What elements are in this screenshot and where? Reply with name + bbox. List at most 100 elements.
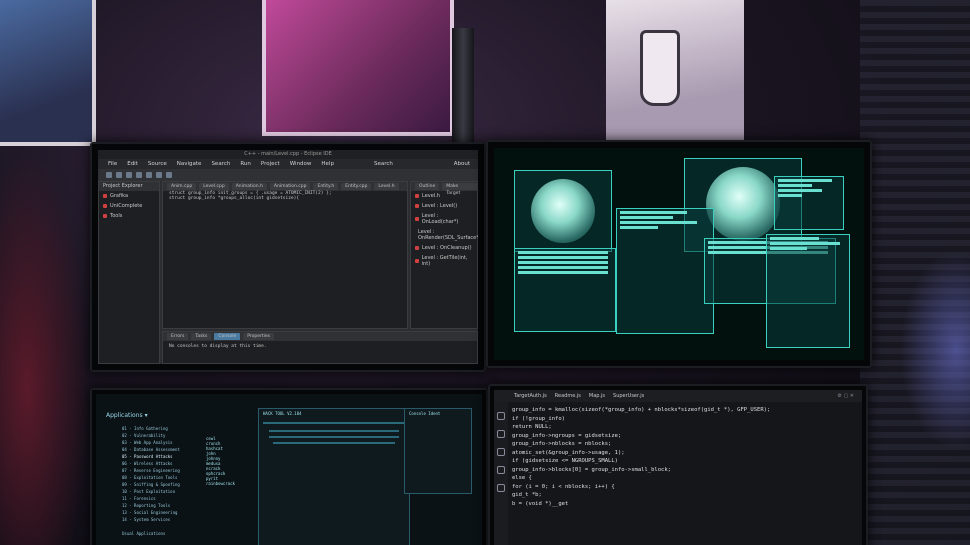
menu-navigate[interactable]: Navigate bbox=[177, 161, 202, 167]
ide-title: C++ - main/Level.cpp - Eclipse IDE bbox=[98, 150, 478, 159]
menu-file[interactable]: File bbox=[108, 161, 117, 167]
search-label[interactable]: Search bbox=[374, 161, 393, 167]
save-icon[interactable] bbox=[116, 172, 122, 178]
outline-item[interactable]: Level : OnCleanup() bbox=[411, 243, 477, 253]
tab-animation-cpp[interactable]: Animation.cpp bbox=[269, 183, 311, 190]
console-message: No consoles to display at this time. bbox=[169, 344, 267, 349]
code-line: group_info->ngroups = gidsetsize; bbox=[512, 432, 622, 439]
debug-icon[interactable] bbox=[136, 172, 142, 178]
outline-item[interactable]: Level : Level() bbox=[411, 201, 477, 211]
red-ambient-light bbox=[0, 150, 90, 545]
hud-window-bars bbox=[774, 176, 844, 230]
hud-row bbox=[620, 211, 688, 214]
menu-source[interactable]: Source bbox=[148, 161, 167, 167]
hud-row bbox=[620, 226, 659, 229]
street-lamp-picture bbox=[640, 30, 680, 106]
project-explorer-title: Project Explorer bbox=[99, 182, 159, 191]
menu-help[interactable]: Help bbox=[321, 161, 334, 167]
class-icon bbox=[415, 194, 419, 198]
tab-anim-cpp[interactable]: Anim.cpp bbox=[167, 183, 197, 190]
outline-item[interactable]: Level : OnLoad(char*) bbox=[411, 211, 477, 227]
code-line: group_info->blocks[0] = group_info->smal… bbox=[512, 466, 671, 473]
outline-item[interactable]: Level.h bbox=[411, 191, 477, 201]
code-editor-window: TargetAuth.js Readme.js Map.js SuperUser… bbox=[494, 390, 862, 545]
console-ident-title: Console Ident bbox=[409, 411, 441, 416]
hud-bar bbox=[778, 189, 823, 192]
code-line: if (!group_info) bbox=[512, 415, 565, 422]
tree-item-unicomplete[interactable]: UniComplete bbox=[99, 201, 159, 211]
globe-left bbox=[531, 179, 595, 243]
chevron-down-icon: ▾ bbox=[144, 412, 148, 419]
about-label[interactable]: About bbox=[454, 161, 478, 167]
console-ident-window[interactable]: Console Ident bbox=[404, 408, 472, 494]
tab-level-h[interactable]: Level.h bbox=[374, 183, 399, 190]
ide-menubar: File Edit Source Navigate Search Run Pro… bbox=[98, 159, 478, 169]
menu-project[interactable]: Project bbox=[261, 161, 280, 167]
settings-icon[interactable] bbox=[166, 172, 172, 178]
new-file-icon[interactable] bbox=[106, 172, 112, 178]
hud-bar bbox=[778, 194, 802, 197]
hud-row bbox=[620, 216, 673, 219]
method-icon bbox=[415, 259, 419, 263]
code-line: b = (void *)__get bbox=[512, 500, 569, 507]
hud-row bbox=[518, 271, 608, 274]
tab-targetauth[interactable]: TargetAuth.js bbox=[514, 393, 547, 399]
tab-animation-h[interactable]: Animation.h bbox=[231, 183, 267, 190]
tab-map[interactable]: Map.js bbox=[589, 393, 605, 399]
outline-item[interactable]: Level : OnRender(SDL_Surface*) bbox=[411, 227, 478, 243]
hud-row bbox=[620, 221, 697, 224]
window-controls-icon[interactable]: ⚙ ▢ ✕ bbox=[837, 393, 862, 399]
code-line: if (gidsetsize <= NGROUPS_SMALL) bbox=[512, 458, 618, 464]
tab-errors[interactable]: Errors bbox=[167, 333, 189, 340]
submenu-item[interactable]: rainbowcrack bbox=[202, 481, 242, 486]
hud-row bbox=[770, 247, 807, 250]
code-line: else { bbox=[512, 475, 532, 481]
menu-run[interactable]: Run bbox=[240, 161, 251, 167]
tab-make-target[interactable]: Make Target bbox=[442, 183, 477, 196]
hud-bar bbox=[778, 179, 833, 182]
hack-tool-terminal[interactable]: HACK TOOL V2.184 bbox=[258, 408, 410, 545]
terminal-text-block bbox=[273, 442, 395, 444]
build-icon[interactable] bbox=[126, 172, 132, 178]
tab-superuser[interactable]: SuperUser.js bbox=[613, 393, 644, 399]
tab-readme[interactable]: Readme.js bbox=[555, 393, 581, 399]
tree-item-grafika[interactable]: Grafika bbox=[99, 191, 159, 201]
monitor-stand-pole bbox=[452, 28, 474, 148]
menu-edit[interactable]: Edit bbox=[127, 161, 138, 167]
console-tabs: Errors Tasks Console Properties bbox=[163, 332, 477, 341]
code-line: return NULL; bbox=[512, 424, 552, 430]
tab-entity-cpp[interactable]: Entity.cpp bbox=[341, 183, 372, 190]
code-line[interactable]: struct group_info *groups_alloc(int gids… bbox=[163, 196, 407, 201]
terminal-text-block bbox=[269, 430, 399, 432]
monitor-ide: C++ - main/Level.cpp - Eclipse IDE File … bbox=[90, 142, 486, 372]
ide-toolbar bbox=[98, 169, 478, 181]
globe-right bbox=[706, 167, 780, 241]
method-icon bbox=[415, 246, 419, 250]
code-area[interactable]: group_info = kmalloc(sizeof(*group_info)… bbox=[494, 402, 862, 508]
tab-level-cpp[interactable]: Level.cpp bbox=[199, 183, 229, 190]
tree-item-tools[interactable]: Tools bbox=[99, 211, 159, 221]
menu-window[interactable]: Window bbox=[290, 161, 312, 167]
wall-poster-pink bbox=[262, 0, 454, 136]
hud-row bbox=[770, 237, 820, 240]
tab-console[interactable]: Console bbox=[214, 333, 241, 340]
project-explorer: Project Explorer Grafika UniComplete Too… bbox=[98, 181, 160, 364]
search-icon[interactable] bbox=[156, 172, 162, 178]
tab-properties[interactable]: Properties bbox=[243, 333, 275, 340]
hud-window-globe-left bbox=[514, 170, 612, 252]
editor-area: Anim.cpp Level.cpp Animation.h Animation… bbox=[162, 181, 408, 329]
hud-row bbox=[518, 261, 608, 264]
console-panel: Errors Tasks Console Properties No conso… bbox=[162, 331, 478, 364]
tab-outline[interactable]: Outline bbox=[415, 183, 440, 190]
menu-search[interactable]: Search bbox=[211, 161, 230, 167]
outline-panel: Outline Make Target Level.h Level : Leve… bbox=[410, 181, 478, 329]
apps-submenu: cewl crunch hashcat john johnny medusa n… bbox=[202, 436, 242, 486]
tab-entity-h[interactable]: Entity.h bbox=[313, 183, 339, 190]
terminal-title: HACK TOOL V2.184 bbox=[263, 411, 302, 416]
outline-item[interactable]: Level : GetTile(int, int) bbox=[411, 253, 477, 269]
monitor-applications: Applications ▾ 01 - Info Gathering 02 - … bbox=[90, 388, 488, 545]
code-line: gid_t *b; bbox=[512, 492, 542, 498]
monitor-world-map bbox=[486, 140, 872, 368]
run-icon[interactable] bbox=[146, 172, 152, 178]
tab-tasks[interactable]: Tasks bbox=[191, 333, 212, 340]
